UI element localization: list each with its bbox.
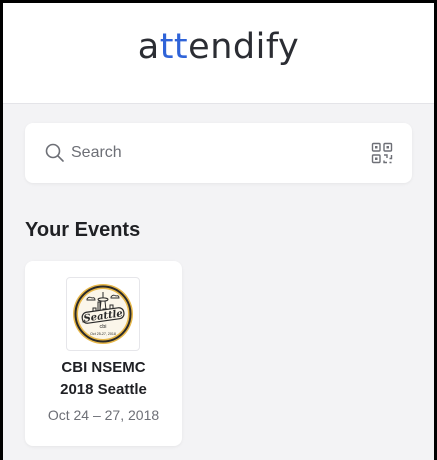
event-logo: Seattle cbi Oct 25-27, 2018 — [66, 277, 140, 351]
qr-code-icon — [371, 142, 393, 164]
section-title: Your Events — [25, 219, 141, 241]
logo-org: cbi — [99, 324, 106, 330]
attendify-logo: attendify — [138, 27, 299, 67]
search-icon — [45, 143, 64, 162]
logo-dates: Oct 25-27, 2018 — [90, 332, 116, 336]
logo-prefix: a — [137, 27, 160, 67]
logo-accent: tt — [159, 27, 189, 67]
event-card[interactable]: Seattle cbi Oct 25-27, 2018 CBI NSEMC 20… — [25, 261, 182, 446]
search-bar[interactable] — [25, 123, 412, 183]
seattle-event-logo: Seattle cbi Oct 25-27, 2018 — [73, 284, 133, 344]
event-name-line1: CBI NSEMC — [61, 359, 146, 376]
event-name: CBI NSEMC 2018 Seattle — [25, 357, 182, 401]
qr-code-button[interactable] — [369, 140, 395, 166]
event-name-line2: 2018 Seattle — [60, 381, 147, 398]
app-header: attendify — [3, 3, 434, 104]
app-screen: attendify Your Events — [3, 3, 434, 460]
search-input[interactable] — [71, 141, 371, 165]
logo-suffix: endify — [188, 27, 300, 67]
event-dates: Oct 24 – 27, 2018 — [47, 407, 160, 423]
